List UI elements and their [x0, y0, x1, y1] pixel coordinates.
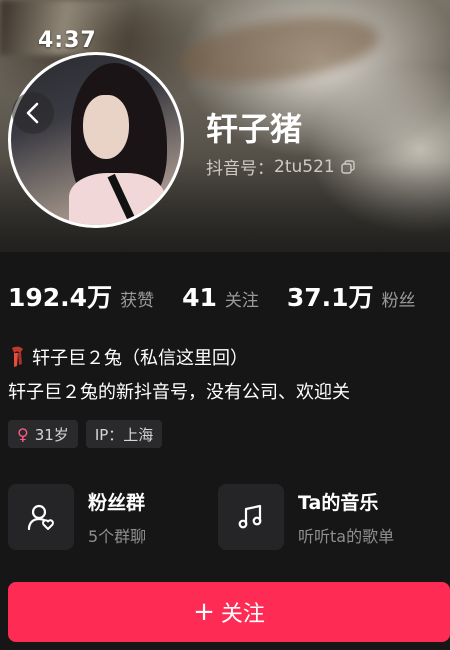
username: 轩子猪	[206, 110, 303, 148]
age-tag-text: 31岁	[34, 425, 69, 444]
stat-followers-value: 37.1万	[286, 283, 374, 312]
tag-row: ♀ 31岁 IP：上海	[8, 420, 170, 448]
status-time: 4:37	[38, 28, 97, 53]
bio-line-2: 轩子巨２兔的新抖音号，没有公司、欢迎关	[8, 382, 350, 403]
fan-group-title: 粉丝群	[88, 491, 146, 514]
douyin-id-label: 抖音号：	[206, 159, 274, 179]
stat-following[interactable]: 41 关注	[182, 283, 259, 312]
female-icon: ♀	[17, 424, 29, 444]
music-subtitle: 听听ta的歌单	[298, 526, 395, 546]
stat-following-label: 关注	[224, 291, 259, 311]
stat-followers[interactable]: 37.1万 粉丝	[287, 278, 416, 314]
bio-line-1-text: 轩子巨２兔（私信这里回）	[32, 348, 248, 369]
header-cat-photo-detail	[176, 6, 384, 94]
scarf-emoji-icon	[12, 346, 23, 367]
music-icon-box	[218, 484, 284, 550]
copy-icon[interactable]	[341, 159, 355, 174]
bio-line-1: 轩子巨２兔（私信这里回）	[8, 344, 248, 370]
age-tag: ♀ 31岁	[8, 420, 78, 448]
fan-group-card[interactable]: 粉丝群 5个群聊	[8, 484, 208, 550]
back-button[interactable]	[12, 92, 54, 134]
douyin-id-value: 2tu521	[274, 156, 335, 177]
plus-icon: +	[193, 597, 215, 627]
stat-likes-label: 获赞	[120, 291, 155, 311]
music-title: Ta的音乐	[298, 491, 379, 514]
fan-group-icon-box	[8, 484, 74, 550]
ip-tag-text: IP：上海	[94, 425, 154, 444]
stat-likes-value: 192.4万	[8, 283, 113, 312]
stats-row: 192.4万 获赞 41 关注 37.1万 粉丝	[8, 278, 416, 314]
music-card[interactable]: Ta的音乐 听听ta的歌单	[218, 484, 418, 550]
stat-following-value: 41	[182, 283, 217, 312]
douyin-id-row[interactable]: 抖音号： 2tu521	[206, 154, 355, 179]
ip-tag: IP：上海	[85, 420, 163, 448]
stat-likes[interactable]: 192.4万 获赞	[8, 278, 154, 314]
avatar[interactable]	[8, 52, 184, 228]
follow-button-label: 关注	[220, 602, 265, 627]
chevron-left-icon	[26, 102, 39, 124]
fan-group-icon	[27, 504, 54, 531]
stat-followers-label: 粉丝	[381, 291, 416, 311]
music-note-icon	[238, 504, 262, 529]
follow-button[interactable]: + 关注	[8, 582, 450, 642]
fan-group-subtitle: 5个群聊	[88, 526, 147, 546]
